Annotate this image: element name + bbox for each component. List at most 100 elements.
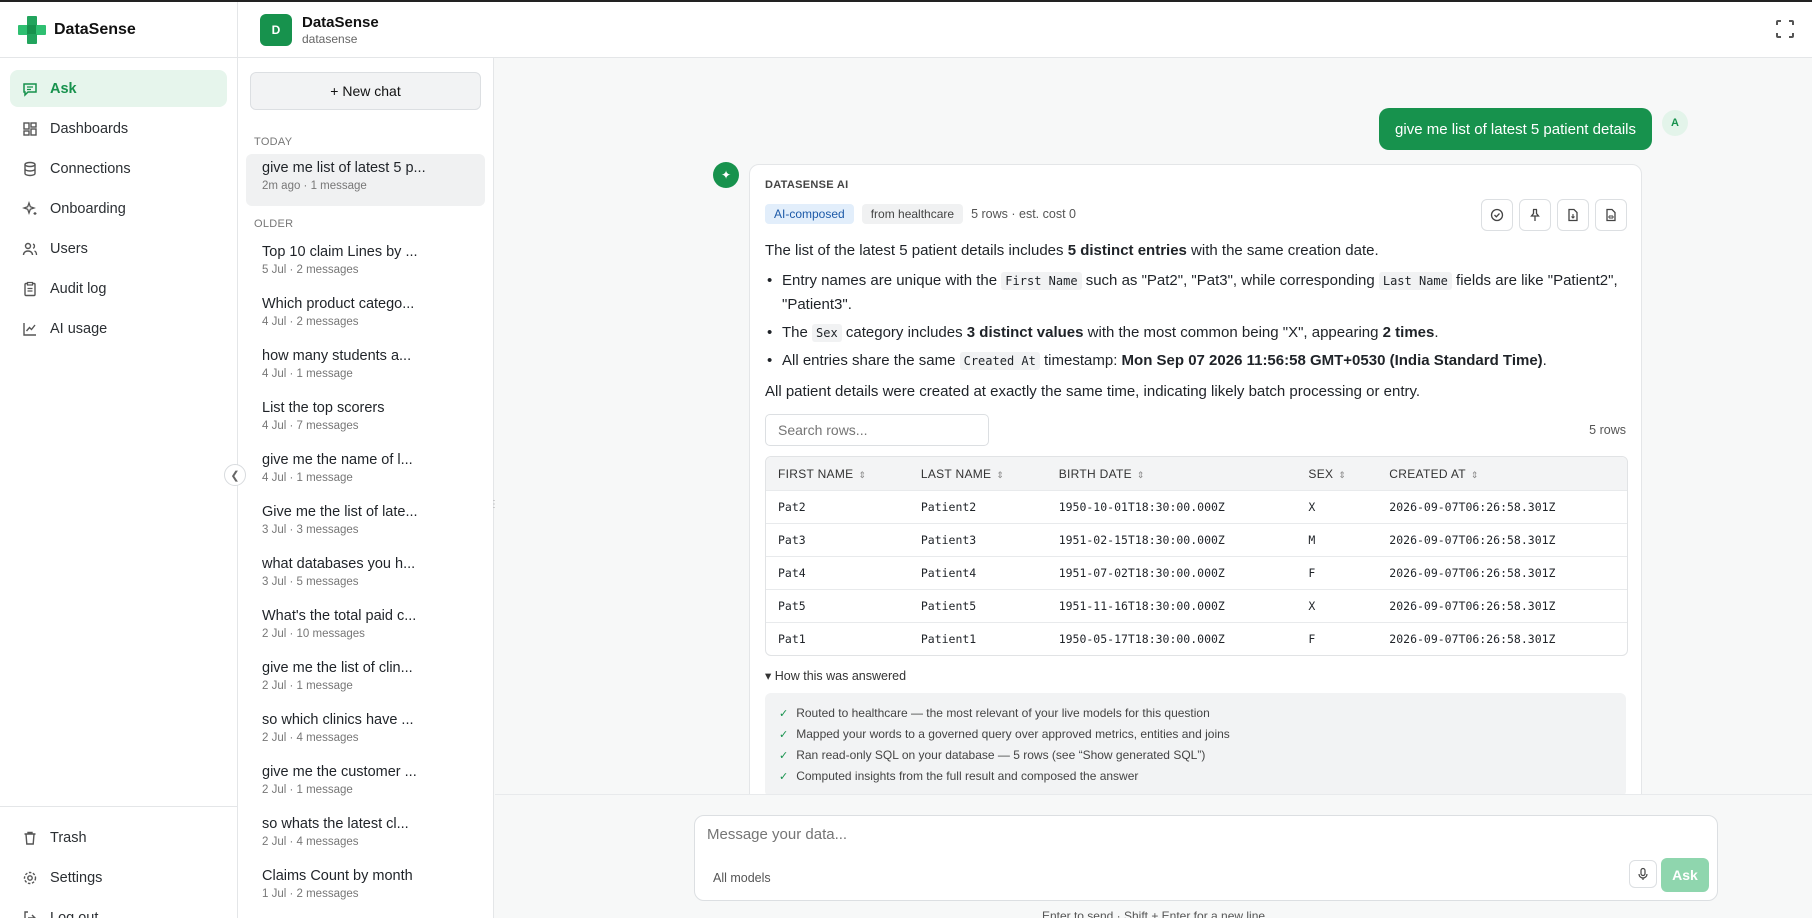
table-cell: 2026-09-07T06:26:58.301Z	[1389, 566, 1556, 580]
brand[interactable]: DataSense	[0, 2, 237, 58]
older-label: OLDER	[254, 218, 294, 230]
export-sheet-icon[interactable]	[1595, 199, 1627, 231]
chat-meta: 2 Jul · 10 messages	[262, 628, 365, 640]
chat-title: What's the total paid c...	[262, 608, 417, 624]
chat-item[interactable]: give me the customer ... 2 Jul · 1 messag…	[246, 758, 485, 810]
insight-text: .	[1434, 324, 1439, 341]
verify-icon[interactable]	[1481, 199, 1513, 231]
step-text: Computed insights from the full result a…	[796, 769, 1139, 783]
nav-bottom: Trash Settings Log out	[0, 806, 237, 918]
microphone-icon[interactable]	[1629, 860, 1657, 888]
nav-item-dashboards[interactable]: Dashboards	[10, 110, 227, 147]
result-stats: 5 rows · est. cost 0	[971, 207, 1076, 221]
fullscreen-icon[interactable]	[1775, 19, 1795, 39]
workspace-avatar[interactable]: D	[260, 13, 292, 46]
message-composer: All models Ask	[694, 815, 1718, 901]
nav-item-onboarding[interactable]: Onboarding	[10, 190, 227, 227]
insight-bold: 3 distinct values	[966, 324, 1084, 341]
ai-label: DATASENSE AI	[765, 179, 849, 191]
how-answered-toggle[interactable]: ▾ How this was answered	[765, 668, 1626, 683]
chat-title: Give me the list of late...	[262, 504, 418, 520]
chat-meta: 2 Jul · 1 message	[262, 784, 353, 796]
source-badge: from healthcare	[861, 204, 964, 224]
chat-item[interactable]: so whats the latest cl... 2 Jul · 4 messa…	[246, 810, 485, 862]
insight-text: .	[1542, 352, 1547, 369]
check-icon: ✓	[779, 729, 789, 741]
how-answered-label: How this was answered	[774, 669, 907, 683]
chat-item[interactable]: List the top scorers 4 Jul · 7 messages	[246, 394, 485, 446]
insight-item: The Sex category includes 3 distinct val…	[767, 321, 1626, 345]
chat-item[interactable]: so which clinics have ... 2 Jul · 4 messa…	[246, 706, 485, 758]
chat-title: Claims Count by month	[262, 868, 413, 884]
user-message: give me list of latest 5 patient details	[1379, 108, 1652, 150]
resize-handle-icon[interactable]: ⋮	[488, 496, 500, 512]
new-chat-button[interactable]: + New chat	[250, 72, 481, 110]
column-header-sex[interactable]: SEX ⇕	[1296, 467, 1377, 481]
nav-item-audit-log[interactable]: Audit log	[10, 270, 227, 307]
nav-item-label: Connections	[50, 160, 131, 177]
chat-meta: 4 Jul · 1 message	[262, 472, 353, 484]
insight-list: Entry names are unique with the First Na…	[765, 269, 1626, 373]
pin-icon[interactable]	[1519, 199, 1551, 231]
chat-item[interactable]: how many students a... 4 Jul · 1 message	[246, 342, 485, 394]
nav-item-trash[interactable]: Trash	[10, 819, 227, 856]
insight-text: The	[782, 324, 813, 341]
table-row: Pat2 Patient2 1950-10-01T18:30:00.000Z X…	[766, 490, 1627, 523]
nav-item-users[interactable]: Users	[10, 230, 227, 267]
ask-button[interactable]: Ask	[1661, 858, 1709, 892]
chat-item[interactable]: what databases you h... 3 Jul · 5 message…	[246, 550, 485, 602]
chat-item[interactable]: What's the total paid c... 2 Jul · 10 mes…	[246, 602, 485, 654]
chat-item[interactable]: Top 10 claim Lines by ... 5 Jul · 2 messa…	[246, 238, 485, 290]
chat-item[interactable]: Claims Count by month 1 Jul · 2 messages	[246, 862, 485, 914]
table-cell: Pat2	[778, 500, 806, 514]
column-label: FIRST NAME	[778, 466, 854, 481]
chat-meta: 1 Jul · 2 messages	[262, 888, 359, 900]
column-label: BIRTH DATE	[1058, 466, 1132, 481]
chat-title: what databases you h...	[262, 556, 416, 572]
search-rows-input[interactable]	[765, 414, 989, 446]
summary-bold: 5 distinct entries	[1067, 242, 1187, 259]
field-code: First Name	[1001, 272, 1082, 290]
nav-item-ask[interactable]: Ask	[10, 70, 227, 107]
model-selector[interactable]: All models	[713, 871, 771, 885]
users-icon	[22, 241, 38, 257]
chat-item[interactable]: give me the name of l... 4 Jul · 1 messag…	[246, 446, 485, 498]
chat-meta: 2 Jul · 1 message	[262, 680, 353, 692]
collapse-sidebar-icon[interactable]: ❮	[224, 464, 246, 486]
insight-bold: Mon Sep 07 2026 11:56:58 GMT+0530 (India…	[1121, 352, 1543, 369]
chat-meta: 2 Jul · 4 messages	[262, 732, 359, 744]
column-label: CREATED AT	[1389, 466, 1466, 481]
insight-item: All entries share the same Created At ti…	[767, 349, 1626, 373]
top-bar: D DataSense datasense	[238, 2, 1812, 58]
chat-title: Top 10 claim Lines by ...	[262, 244, 418, 260]
nav-item-log-out[interactable]: Log out	[10, 899, 227, 918]
nav-item-connections[interactable]: Connections	[10, 150, 227, 187]
ai-composed-badge: AI-composed	[765, 204, 854, 224]
column-header-created-at[interactable]: CREATED AT ⇕	[1377, 467, 1627, 481]
chat-title: so whats the latest cl...	[262, 816, 409, 832]
caret-down-icon: ▾	[765, 669, 775, 683]
export-file-icon[interactable]	[1557, 199, 1589, 231]
chat-item[interactable]: Give me the list of late... 3 Jul · 3 mes…	[246, 498, 485, 550]
nav-item-settings[interactable]: Settings	[10, 859, 227, 896]
column-header-birth-date[interactable]: BIRTH DATE ⇕	[1047, 467, 1297, 481]
workspace-slug: datasense	[302, 31, 358, 46]
nav-item-label: Onboarding	[50, 200, 126, 217]
column-header-first-name[interactable]: FIRST NAME ⇕	[766, 467, 909, 481]
ai-sparkle-icon: ✦	[713, 162, 739, 188]
chat-meta: 5 Jul · 2 messages	[262, 264, 359, 276]
chat-item[interactable]: give me the list of clin... 2 Jul · 1 mes…	[246, 654, 485, 706]
step-item: ✓ Routed to healthcare — the most relevan…	[779, 703, 1612, 724]
how-answered-steps: ✓ Routed to healthcare — the most relevan…	[765, 693, 1626, 794]
insight-bold: 2 times	[1382, 324, 1435, 341]
message-input[interactable]	[707, 826, 1607, 843]
summary-text: The list of the latest 5 patient details…	[765, 242, 1068, 259]
nav-item-ai-usage[interactable]: AI usage	[10, 310, 227, 347]
chat-title: Which product catego...	[262, 296, 415, 312]
table-cell: Patient1	[920, 632, 977, 646]
table-cell: 2026-09-07T06:26:58.301Z	[1389, 533, 1556, 547]
chat-item[interactable]: Which product catego... 4 Jul · 2 message…	[246, 290, 485, 342]
chat-item[interactable]: give me list of latest 5 p... 2m ago · 1…	[246, 154, 485, 206]
column-header-last-name[interactable]: LAST NAME ⇕	[909, 467, 1047, 481]
table-cell: Patient3	[920, 533, 977, 547]
